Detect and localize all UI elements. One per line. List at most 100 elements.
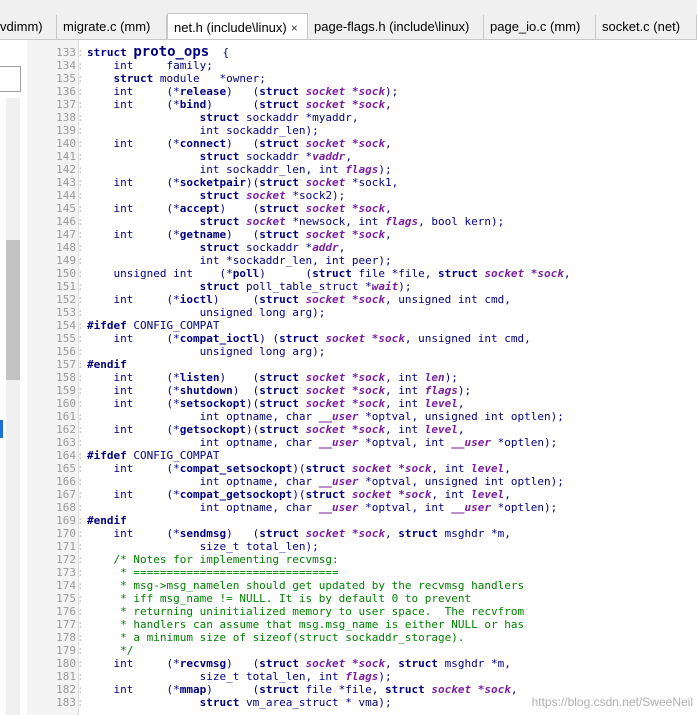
code-text: struct sockaddr *myaddr, [87, 111, 359, 124]
close-icon[interactable]: × [291, 21, 298, 35]
line-number: 152 [56, 293, 76, 306]
code-token: socket *sock [351, 462, 432, 475]
line-number-separator: : [77, 462, 84, 475]
line-number-separator: : [77, 215, 84, 228]
code-token: , bool kern); [418, 215, 505, 228]
code-token: /* Notes for implementing recvmsg: [87, 553, 339, 566]
tab-page-flags-h[interactable]: page-flags.h (include\linux) [308, 15, 484, 39]
code-token: socket *sock [305, 98, 386, 111]
code-token: int (* [87, 384, 180, 397]
tab-migrate-c[interactable]: migrate.c (mm) [57, 15, 167, 39]
line-number-separator: : [77, 332, 84, 345]
code-text: int (*shutdown) (struct socket *sock, in… [87, 384, 471, 397]
line-number: 181 [56, 670, 76, 683]
code-token: release [179, 85, 227, 98]
code-token: *sock2); [285, 189, 346, 202]
code-token: getsockopt [179, 423, 246, 436]
line-number-separator: : [77, 111, 84, 124]
line-number-separator: : [77, 631, 84, 644]
tab-net-h[interactable]: net.h (include\linux) × [167, 13, 308, 39]
line-number: 157 [56, 358, 76, 371]
code-text: int optname, char __user *optval, unsign… [87, 475, 564, 488]
line-number: 150 [56, 267, 76, 280]
scrollbar-thumb[interactable] [6, 240, 20, 380]
code-token: ) ( [232, 384, 260, 397]
line-number-separator: : [77, 137, 84, 150]
code-token: level [424, 397, 458, 410]
code-token: , int [385, 384, 425, 397]
code-editor[interactable]: 133: struct proto_ops {134: int family; 13… [27, 40, 697, 715]
code-token: int sockaddr_len); [87, 124, 319, 137]
code-token: int (* [87, 397, 180, 410]
code-text: int optname, char __user *optval, int __… [87, 436, 558, 449]
code-token: ) ( [219, 202, 260, 215]
code-token: * =============================== [87, 566, 339, 579]
code-text: * handlers can assume that msg.msg_name … [87, 618, 524, 631]
code-token: CONFIG_COMPAT [133, 449, 220, 462]
code-token: shutdown [179, 384, 233, 397]
line-number-separator: : [77, 670, 84, 683]
code-token: )( [245, 176, 260, 189]
code-token: bind [179, 98, 207, 111]
code-token: , [385, 228, 392, 241]
line-number: 164 [56, 449, 76, 462]
line-number-separator: : [77, 85, 84, 98]
code-token: recvmsg [179, 657, 227, 670]
side-panel-scrollbar[interactable] [6, 98, 20, 715]
tab-page-io-c[interactable]: page_io.c (mm) [484, 15, 596, 39]
code-text: int (*recvmsg) (struct socket *sock, str… [87, 657, 510, 670]
code-token: level [471, 488, 505, 501]
code-token: compat_getsockopt [179, 488, 293, 501]
code-text: * msg->msg_namelen should get updated by… [87, 579, 524, 592]
line-number: 153 [56, 306, 76, 319]
code-token: , int [385, 423, 425, 436]
side-panel [0, 40, 28, 715]
code-token: socket *sock [305, 423, 386, 436]
code-token: , [385, 657, 399, 670]
line-number-separator: : [77, 46, 84, 59]
line-number: 173 [56, 566, 76, 579]
code-token: socket [245, 215, 286, 228]
code-text: int family; [87, 59, 212, 72]
code-token: socket *sock [325, 332, 405, 345]
code-token: file *file, [358, 267, 439, 280]
code-token: socket [305, 176, 346, 189]
line-number: 172 [56, 553, 76, 566]
code-token: connect [179, 137, 227, 150]
line-number: 151 [56, 280, 76, 293]
code-token: int (* [87, 332, 180, 345]
line-number-separator: : [77, 267, 84, 280]
code-text: struct socket *sock2); [87, 189, 346, 202]
code-token: flags [424, 384, 458, 397]
line-number: 160 [56, 397, 76, 410]
line-number-separator: : [77, 683, 84, 696]
code-token: proto_ops [133, 44, 210, 60]
code-text: int (*compat_ioctl) (struct socket *sock… [87, 332, 530, 345]
code-text: struct socket *newsock, int flags, bool … [87, 215, 505, 228]
line-number-separator: : [77, 696, 84, 709]
code-token: ) ( [226, 228, 260, 241]
code-token: msghdr *m, [444, 527, 511, 540]
code-token: int (* [87, 228, 180, 241]
line-number-separator: : [77, 540, 84, 553]
line-number: 180 [56, 657, 76, 670]
code-token: listen [179, 371, 220, 384]
code-token: socket *sock [305, 228, 386, 241]
tab-socket-c[interactable]: socket.c (net) [596, 15, 697, 39]
line-number: 137 [56, 98, 76, 111]
code-token: int (* [87, 488, 180, 501]
tab-vdimm[interactable]: vdimm) [0, 15, 57, 39]
tab-label: socket.c (net) [602, 19, 681, 34]
code-token: { [209, 46, 230, 59]
line-number-separator: : [77, 501, 84, 514]
line-number: 161 [56, 410, 76, 423]
line-number-separator: : [77, 72, 84, 85]
code-text: int (*socketpair)(struct socket *sock1, [87, 176, 398, 189]
side-panel-input[interactable] [0, 66, 21, 92]
code-text: int (*getsockopt)(struct socket *sock, i… [87, 423, 464, 436]
code-token: struct [199, 111, 246, 124]
code-token: struct [259, 202, 306, 215]
